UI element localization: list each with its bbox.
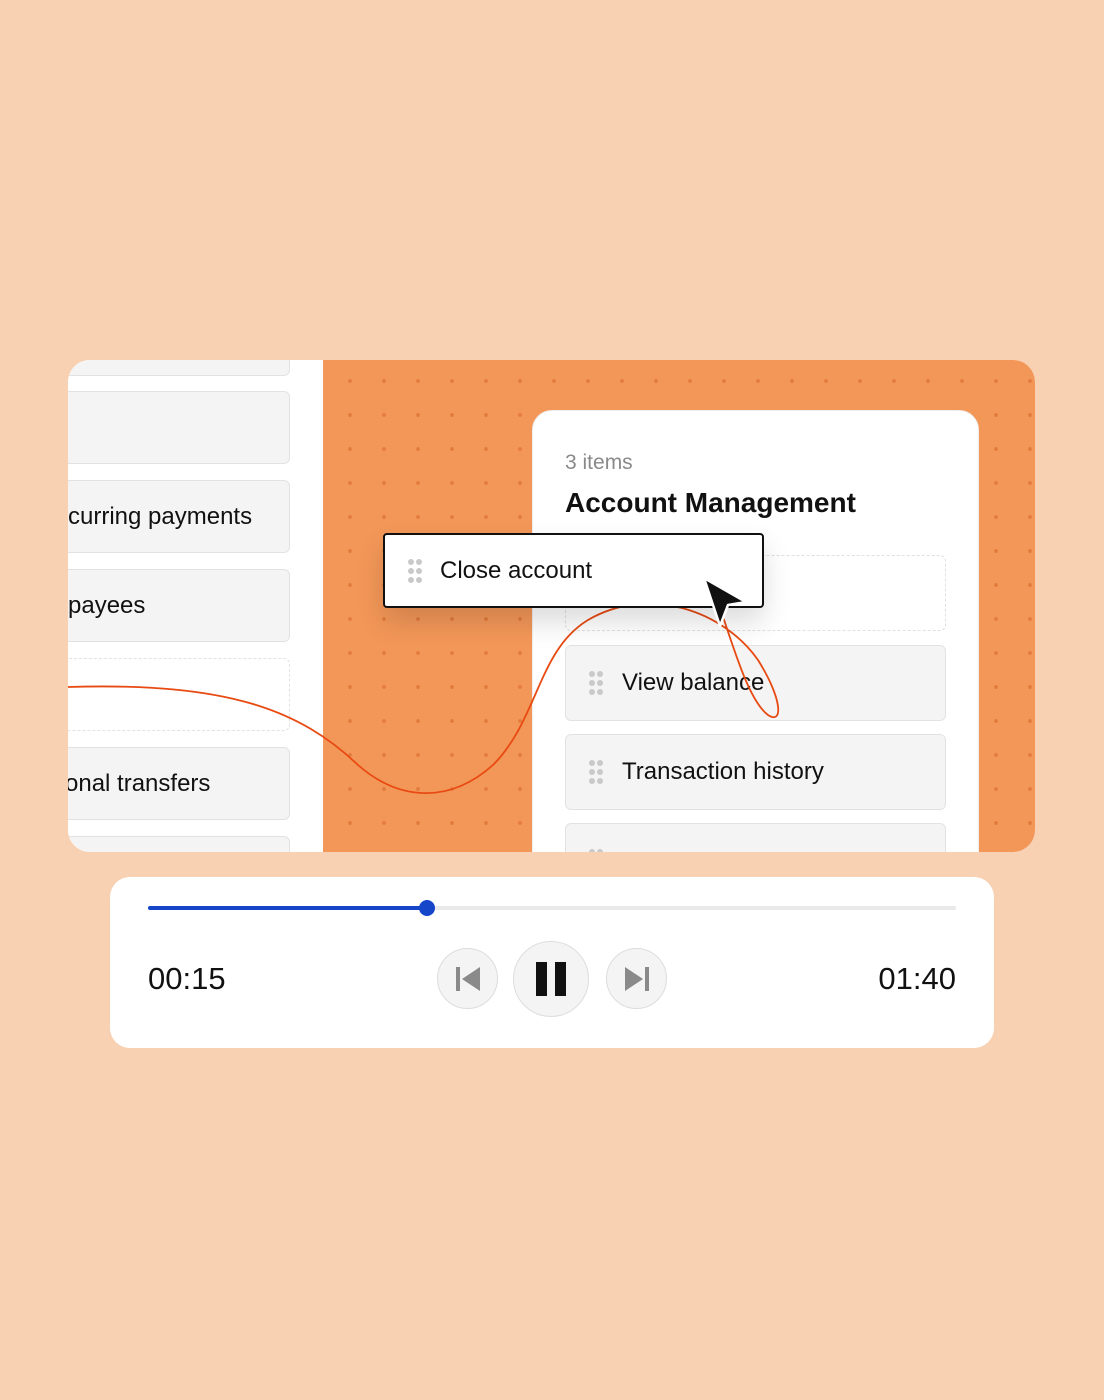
group-item[interactable] — [565, 823, 946, 852]
group-title: Account Management — [565, 487, 856, 518]
account-management-group: 3 items Account Management View balance … — [532, 410, 979, 852]
skip-next-button[interactable] — [606, 948, 667, 1009]
media-player: 00:15 01:40 — [110, 877, 994, 1048]
list-item-payees[interactable]: payees — [68, 569, 290, 642]
dragged-item-label: Close account — [440, 556, 593, 584]
list-item[interactable] — [68, 836, 290, 852]
drag-handle-icon[interactable] — [407, 558, 423, 584]
list-item[interactable] — [68, 391, 290, 464]
progress-fill — [148, 906, 427, 910]
left-list-panel: curring payments payees onal transfers — [68, 360, 323, 852]
list-item-label: payees — [68, 591, 146, 619]
skip-previous-icon — [455, 966, 480, 991]
drag-handle-icon[interactable] — [588, 759, 604, 785]
group-item-transaction-history[interactable]: Transaction history — [565, 734, 946, 810]
drop-placeholder — [68, 658, 290, 731]
cursor-arrow-icon — [702, 576, 748, 628]
group-item-view-balance[interactable]: View balance — [565, 645, 946, 721]
list-item-transfers[interactable]: onal transfers — [68, 747, 290, 820]
progress-track[interactable] — [148, 900, 956, 916]
drag-handle-icon[interactable] — [588, 670, 604, 696]
group-item-label: Transaction history — [622, 758, 824, 785]
list-item-label: onal transfers — [68, 769, 211, 797]
list-item[interactable] — [68, 360, 290, 376]
total-time: 01:40 — [878, 961, 956, 996]
drag-handle-icon[interactable] — [588, 848, 604, 852]
progress-thumb[interactable] — [418, 900, 435, 916]
current-time: 00:15 — [148, 961, 226, 996]
pause-button[interactable] — [513, 941, 589, 1017]
skip-previous-button[interactable] — [437, 948, 498, 1009]
skip-next-icon — [624, 966, 649, 991]
group-item-label: View balance — [622, 669, 765, 696]
list-item-recurring-payments[interactable]: curring payments — [68, 480, 290, 553]
pause-icon — [536, 962, 566, 996]
list-item-label: curring payments — [68, 502, 253, 530]
group-item-count: 3 items — [565, 451, 633, 474]
